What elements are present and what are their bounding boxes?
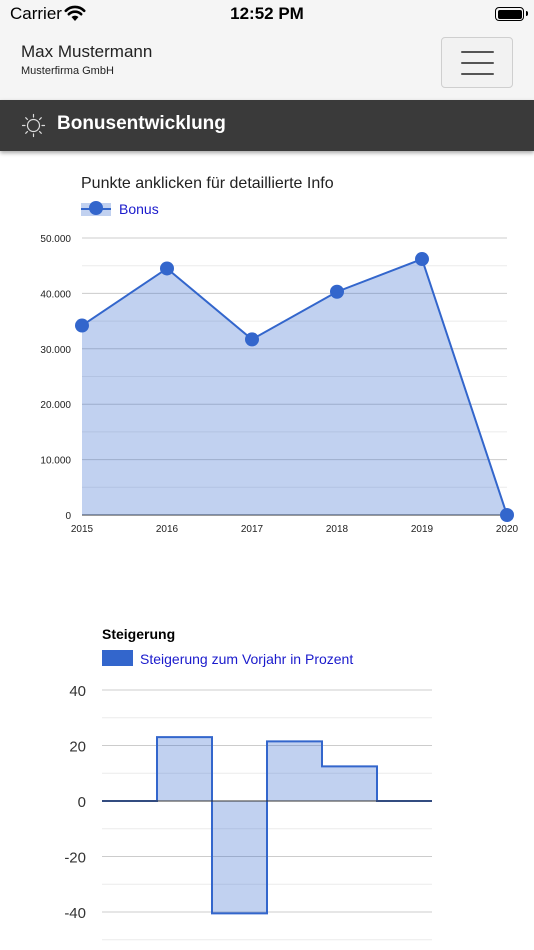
data-point[interactable]: [245, 332, 259, 347]
data-point[interactable]: [500, 508, 514, 522]
y-tick-label: 40.000: [40, 289, 71, 300]
x-tick-label: 2016: [156, 524, 179, 535]
y-tick-label: 10.000: [40, 456, 71, 467]
step-bar: [322, 766, 377, 801]
y-tick-label: 20: [69, 739, 86, 756]
series-area: [82, 259, 507, 515]
legend-swatch: [102, 650, 133, 666]
y-tick-label: 0: [65, 511, 71, 522]
menu-button[interactable]: [441, 37, 513, 88]
y-tick-label: 40: [69, 683, 86, 700]
x-tick-label: 2020: [496, 524, 519, 535]
step-bar: [267, 741, 322, 801]
legend-marker: [89, 201, 103, 215]
step-bar: [212, 801, 267, 914]
page-header: Bonusentwicklung: [0, 100, 534, 151]
legend-label: Steigerung zum Vorjahr in Prozent: [140, 651, 353, 667]
data-point[interactable]: [160, 261, 174, 276]
chart-title: Punkte anklicken für detaillierte Info: [81, 175, 334, 192]
status-bar: Carrier 12:52 PM: [0, 0, 534, 30]
chart-title: Steigerung: [102, 626, 175, 642]
step-bar: [157, 737, 212, 801]
battery-icon: [495, 7, 528, 21]
y-tick-label: -20: [64, 850, 86, 867]
step-line: [102, 736, 432, 915]
page-title: Bonusentwicklung: [57, 113, 226, 134]
user-name: Max Mustermann: [21, 42, 153, 61]
y-tick-label: 20.000: [40, 400, 71, 411]
data-point[interactable]: [415, 252, 429, 267]
x-tick-label: 2018: [326, 524, 349, 535]
y-tick-label: 30.000: [40, 345, 71, 356]
legend-label[interactable]: Bonus: [119, 201, 159, 217]
y-tick-label: -40: [64, 905, 86, 922]
increase-chart: Steigerung Steigerung zum Vorjahr in Proz…: [64, 626, 432, 941]
company-name: Musterfirma GmbH: [21, 65, 114, 77]
sun-logo-icon: [21, 113, 46, 138]
y-tick-label: 0: [78, 794, 86, 811]
bonus-chart[interactable]: Punkte anklicken für detaillierte Info Bo…: [0, 160, 534, 550]
x-tick-label: 2019: [411, 524, 434, 535]
x-tick-label: 2015: [71, 524, 94, 535]
user-header: Max Mustermann Musterfirma GmbH: [0, 30, 534, 100]
data-point[interactable]: [75, 318, 89, 333]
y-tick-label: 50.000: [40, 234, 71, 245]
x-tick-label: 2017: [241, 524, 264, 535]
data-point[interactable]: [330, 284, 344, 299]
clock: 12:52 PM: [230, 4, 304, 23]
